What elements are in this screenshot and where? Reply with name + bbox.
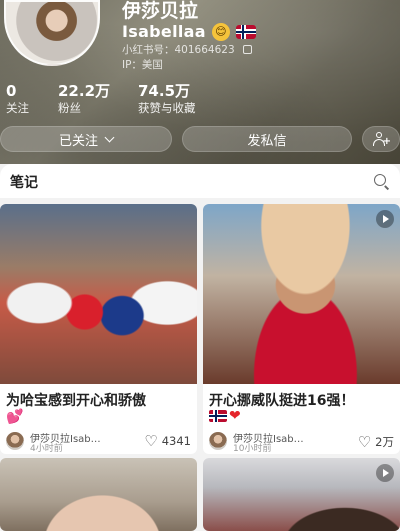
norway-flag-icon <box>235 24 256 39</box>
likes-label: 获赞与收藏 <box>138 101 196 115</box>
add-user-icon: + <box>373 132 391 147</box>
redbook-id-row[interactable]: 小红书号：401664623 <box>122 42 252 57</box>
stat-following[interactable]: 0 关注 <box>6 82 29 116</box>
ip-location-text: IP：美国 <box>122 59 163 71</box>
following-label: 关注 <box>6 101 29 115</box>
copy-icon[interactable] <box>242 45 252 54</box>
note-card[interactable] <box>203 458 400 531</box>
stat-likes[interactable]: 74.5万 获赞与收藏 <box>138 82 196 116</box>
note-likes-count: 2万 <box>375 435 394 449</box>
note-likes[interactable]: ♡ 4341 <box>144 432 191 450</box>
norway-flag-icon <box>209 410 227 422</box>
search-icon[interactable] <box>374 174 390 190</box>
note-card[interactable]: 开心挪威队挺进16强！ ❤ 伊莎贝拉Isab… 10小时前 ♡ 2万 <box>203 204 400 454</box>
add-friend-button[interactable]: + <box>362 126 400 152</box>
note-title-emoji: 💕 <box>6 410 23 424</box>
tab-notes[interactable]: 笔记 <box>10 172 38 192</box>
notes-tab-bar: 笔记 <box>0 164 400 198</box>
profile-handle: Isabellaa <box>122 22 206 41</box>
note-time: 4小时前 <box>30 444 63 454</box>
note-card[interactable] <box>0 458 197 531</box>
note-cover-image[interactable] <box>203 458 400 531</box>
note-cover-image[interactable] <box>203 204 400 384</box>
note-author-row: 伊莎贝拉Isab… 10小时前 ♡ 2万 <box>209 430 394 454</box>
note-author-row: 伊莎贝拉Isab… 4小时前 ♡ 4341 <box>6 430 191 454</box>
handle-row: Isabellaa 😊 <box>122 22 256 41</box>
following-button-label: 已关注 <box>58 133 98 149</box>
avatar[interactable] <box>4 0 100 66</box>
note-likes[interactable]: ♡ 2万 <box>358 434 394 450</box>
note-card[interactable]: 为哈宝感到开心和骄傲 💕 伊莎贝拉Isab… 4小时前 ♡ 4341 <box>0 204 197 454</box>
note-title-emoji: ❤ <box>209 408 241 424</box>
message-button[interactable]: 发私信 <box>182 126 352 152</box>
heart-outline-icon: ♡ <box>357 433 372 451</box>
note-likes-count: 4341 <box>161 434 191 448</box>
note-time: 10小时前 <box>233 444 272 454</box>
fans-count: 22.2万 <box>58 82 111 100</box>
redbook-id: 小红书号：401664623 <box>122 44 235 56</box>
video-play-icon <box>376 464 394 482</box>
fans-label: 粉丝 <box>58 101 81 115</box>
profile-header: 伊莎贝拉 Isabellaa 😊 小红书号：401664623 IP：美国 0 … <box>0 0 400 164</box>
chevron-down-icon <box>104 132 115 142</box>
author-avatar[interactable] <box>209 432 227 450</box>
profile-stats: 0 关注 22.2万 粉丝 74.5万 获赞与收藏 <box>0 82 400 118</box>
message-button-label: 发私信 <box>247 133 287 149</box>
note-title: 为哈宝感到开心和骄傲 <box>6 393 146 409</box>
profile-display-name: 伊莎贝拉 <box>122 0 199 22</box>
following-button[interactable]: 已关注 <box>0 126 172 152</box>
author-avatar[interactable] <box>6 432 24 450</box>
ip-location: IP：美国 <box>122 57 163 72</box>
note-cover-image[interactable] <box>0 204 197 384</box>
notes-feed: 为哈宝感到开心和骄傲 💕 伊莎贝拉Isab… 4小时前 ♡ 4341 开心挪威队… <box>0 198 400 531</box>
red-heart-icon: ❤ <box>229 408 241 424</box>
sparkling-heart-icon: 💕 <box>6 409 24 425</box>
note-cover-image[interactable] <box>0 458 197 531</box>
video-play-icon <box>376 210 394 228</box>
smile-badge-icon: 😊 <box>211 22 230 41</box>
likes-count: 74.5万 <box>138 82 191 100</box>
heart-outline-icon: ♡ <box>144 432 158 450</box>
note-title: 开心挪威队挺进16强！ <box>209 393 355 409</box>
following-count: 0 <box>6 82 17 100</box>
stat-fans[interactable]: 22.2万 粉丝 <box>58 82 110 116</box>
